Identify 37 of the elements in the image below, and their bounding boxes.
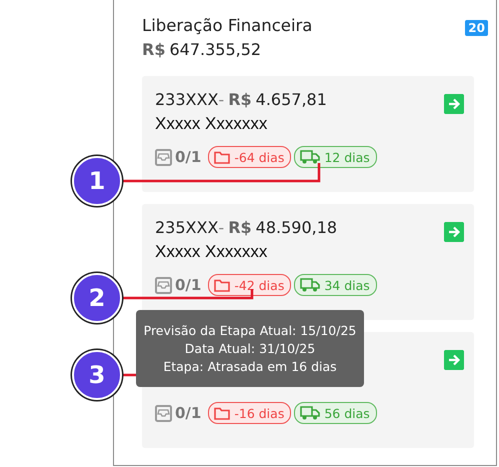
callout-marker: 1 [72,156,122,206]
delay-badge[interactable]: -42 dias [208,274,292,296]
inbox-icon [155,276,172,294]
leader-line [122,374,136,376]
customer-name: Xxxxx Xxxxxxx [155,242,268,261]
delay-badge[interactable]: -64 dias [208,146,292,168]
tooltip-line: Data Atual: 31/10/25 [184,340,316,358]
delivery-badge[interactable]: 34 dias [294,274,377,296]
arrow-right-button[interactable] [444,222,464,242]
currency-symbol: R$ [142,40,166,59]
tooltip-line: Etapa: Atrasada em 16 dias [163,358,337,376]
arrow-right-button[interactable] [444,350,464,370]
order-code: 233XXX [155,90,218,109]
callout-marker: 2 [72,273,122,323]
panel-title: Liberação Financeira [142,16,312,37]
order-code: 235XXX [155,218,218,237]
total-amount: 647.355,52 [169,40,262,59]
order-amount: 4.657,81 [256,90,327,109]
delay-badge[interactable]: -16 dias [208,402,292,424]
delivery-badge[interactable]: 56 dias [294,402,377,424]
currency-symbol: R$ [228,218,252,237]
order-amount: 48.590,18 [256,218,338,237]
document-count: 0/1 [175,148,202,166]
inbox-icon [155,404,172,422]
document-count: 0/1 [175,404,202,422]
document-count: 0/1 [175,276,202,294]
inbox-icon [155,148,172,166]
arrow-right-button[interactable] [444,94,464,114]
separator-dash: - [218,218,224,237]
order-card[interactable]: 233XXX- R$ 4.657,81 Xxxxx Xxxxxxx 0/1 -64 dias 12 dias [142,76,474,192]
customer-name: Xxxxx Xxxxxxx [155,114,268,133]
currency-symbol: R$ [228,90,252,109]
count-badge: 20 [465,20,488,36]
callout-marker: 3 [72,350,122,400]
order-card[interactable]: 235XXX- R$ 48.590,18 Xxxxx Xxxxxxx 0/1 -42 dias 34 dias [142,204,474,320]
separator-dash: - [218,90,224,109]
delivery-badge[interactable]: 12 dias [294,146,377,168]
